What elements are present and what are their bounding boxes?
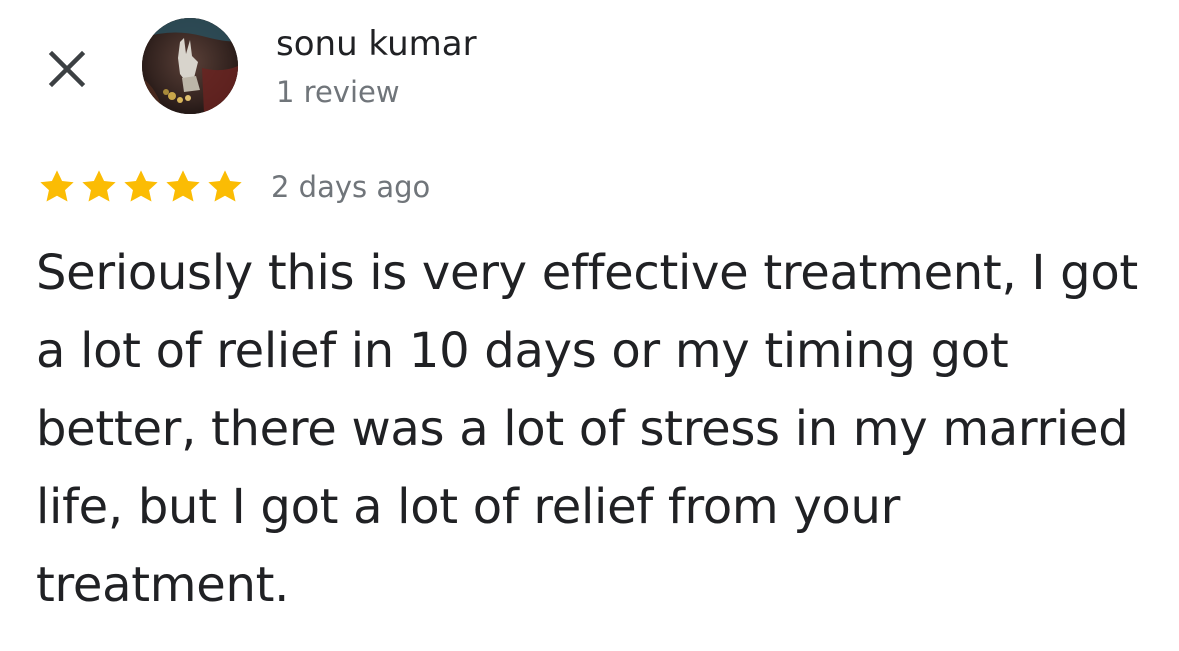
close-icon (48, 50, 86, 88)
star-icon (82, 170, 116, 202)
star-icon (166, 170, 200, 202)
profile-photo (142, 18, 238, 114)
star-icon (208, 170, 242, 202)
reviewer-name[interactable]: sonu kumar (276, 22, 477, 66)
star-rating (36, 166, 246, 208)
star-icon (40, 170, 74, 202)
star-icon (124, 170, 158, 202)
review-count: 1 review (276, 75, 400, 109)
review-time: 2 days ago (271, 170, 431, 204)
close-button[interactable] (40, 42, 94, 96)
avatar[interactable] (142, 18, 238, 114)
review-text: Seriously this is very effective treatme… (36, 245, 1138, 613)
